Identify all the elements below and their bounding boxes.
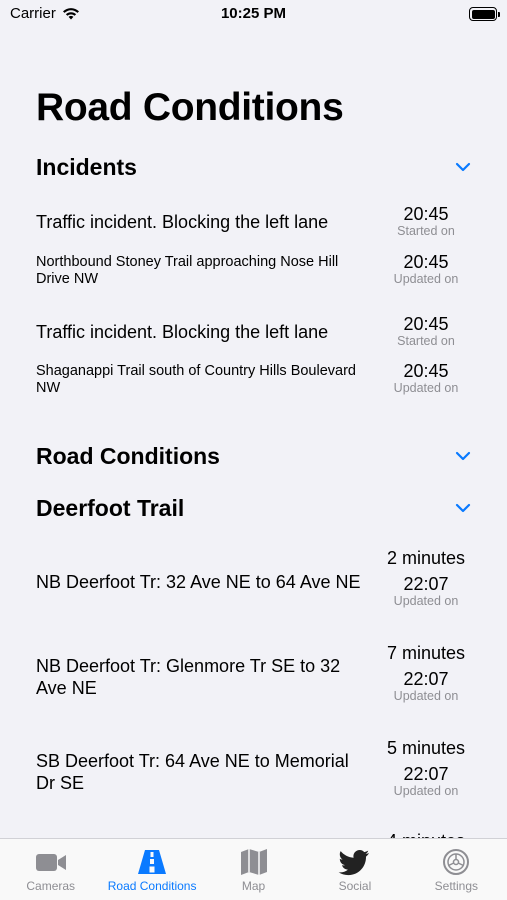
incident-location-row[interactable]: Shaganappi Trail south of Country Hills … xyxy=(36,361,476,405)
segment-duration: 7 minutes xyxy=(386,643,466,663)
segment-duration: 5 minutes xyxy=(386,738,466,758)
incident-updated-label: Updated on xyxy=(393,381,459,395)
incident-started-time: 20:45 xyxy=(403,314,449,334)
twitter-bird-icon xyxy=(338,850,369,876)
map-icon xyxy=(240,849,267,875)
road-icon xyxy=(138,850,167,874)
segment-route: NB Deerfoot Tr: 32 Ave NE to 64 Ave NE xyxy=(36,572,361,592)
incident-updated-label: Updated on xyxy=(393,272,459,286)
tab-label: Map xyxy=(241,879,266,893)
battery-icon xyxy=(469,7,500,21)
incident-title: Traffic incident. Blocking the left lane xyxy=(36,212,329,232)
tab-cameras[interactable]: Cameras xyxy=(0,839,101,900)
incident-location: Shaganappi Trail south of Country Hills … xyxy=(36,363,356,396)
segment-row[interactable]: NB Deerfoot Tr: 32 Ave NE to 64 Ave NE 2… xyxy=(36,546,476,620)
segment-route: NB Deerfoot Tr: Glenmore Tr SE to 32 Ave… xyxy=(36,656,341,698)
incident-title-row[interactable]: Traffic incident. Blocking the left lane… xyxy=(36,314,476,354)
segment-updated-time: 22:07 xyxy=(403,669,449,689)
incident-title-row[interactable]: Traffic incident. Blocking the left lane… xyxy=(36,204,476,244)
status-bar: Carrier 10:25 PM xyxy=(0,0,507,30)
page-title: Road Conditions xyxy=(36,86,344,129)
segment-updated-label: Updated on xyxy=(393,689,459,703)
incident-updated-time: 20:45 xyxy=(403,252,449,272)
section-title: Road Conditions xyxy=(36,442,220,469)
incident-started-time: 20:45 xyxy=(403,204,449,224)
segment-route: SB Deerfoot Tr: 64 Ave NE to Memorial Dr… xyxy=(36,751,349,793)
segment-updated-label: Updated on xyxy=(393,784,459,798)
section-header-deerfoot-trail[interactable]: Deerfoot Trail xyxy=(36,491,471,525)
video-camera-icon xyxy=(35,854,66,871)
section-header-road-conditions[interactable]: Road Conditions xyxy=(36,439,471,473)
section-header-incidents[interactable]: Incidents xyxy=(36,150,471,184)
section-title: Incidents xyxy=(36,153,137,180)
tab-social[interactable]: Social xyxy=(304,839,405,900)
tab-label: Cameras xyxy=(26,879,76,893)
tab-bar: Cameras Road Conditions Map Social Setti… xyxy=(0,838,507,900)
incident-location-row[interactable]: Northbound Stoney Trail approaching Nose… xyxy=(36,252,476,296)
incident-started-label: Started on xyxy=(397,224,455,238)
incident-title: Traffic incident. Blocking the left lane xyxy=(36,322,329,342)
segment-row[interactable]: NB Deerfoot Tr: Glenmore Tr SE to 32 Ave… xyxy=(36,641,476,715)
chevron-down-icon[interactable] xyxy=(455,451,471,461)
gear-icon xyxy=(443,849,470,875)
section-title: Deerfoot Trail xyxy=(36,494,185,521)
segment-updated-time: 22:07 xyxy=(403,764,449,784)
tab-map[interactable]: Map xyxy=(203,839,304,900)
incident-started-label: Started on xyxy=(397,334,455,348)
status-time: 10:25 PM xyxy=(220,5,287,22)
segment-duration: 2 minutes xyxy=(386,548,466,568)
chevron-down-icon[interactable] xyxy=(455,503,471,513)
tab-road-conditions[interactable]: Road Conditions xyxy=(101,839,202,900)
tab-settings[interactable]: Settings xyxy=(406,839,507,900)
tab-label: Social xyxy=(338,879,372,893)
chevron-down-icon[interactable] xyxy=(455,162,471,172)
tab-label: Road Conditions xyxy=(107,879,197,893)
tab-label: Settings xyxy=(434,879,478,893)
segment-updated-time: 22:07 xyxy=(403,574,449,594)
incident-location: Northbound Stoney Trail approaching Nose… xyxy=(36,254,339,287)
incident-updated-time: 20:45 xyxy=(403,361,449,381)
segment-updated-label: Updated on xyxy=(393,594,459,608)
segment-row[interactable]: SB Deerfoot Tr: 64 Ave NE to Memorial Dr… xyxy=(36,736,476,810)
